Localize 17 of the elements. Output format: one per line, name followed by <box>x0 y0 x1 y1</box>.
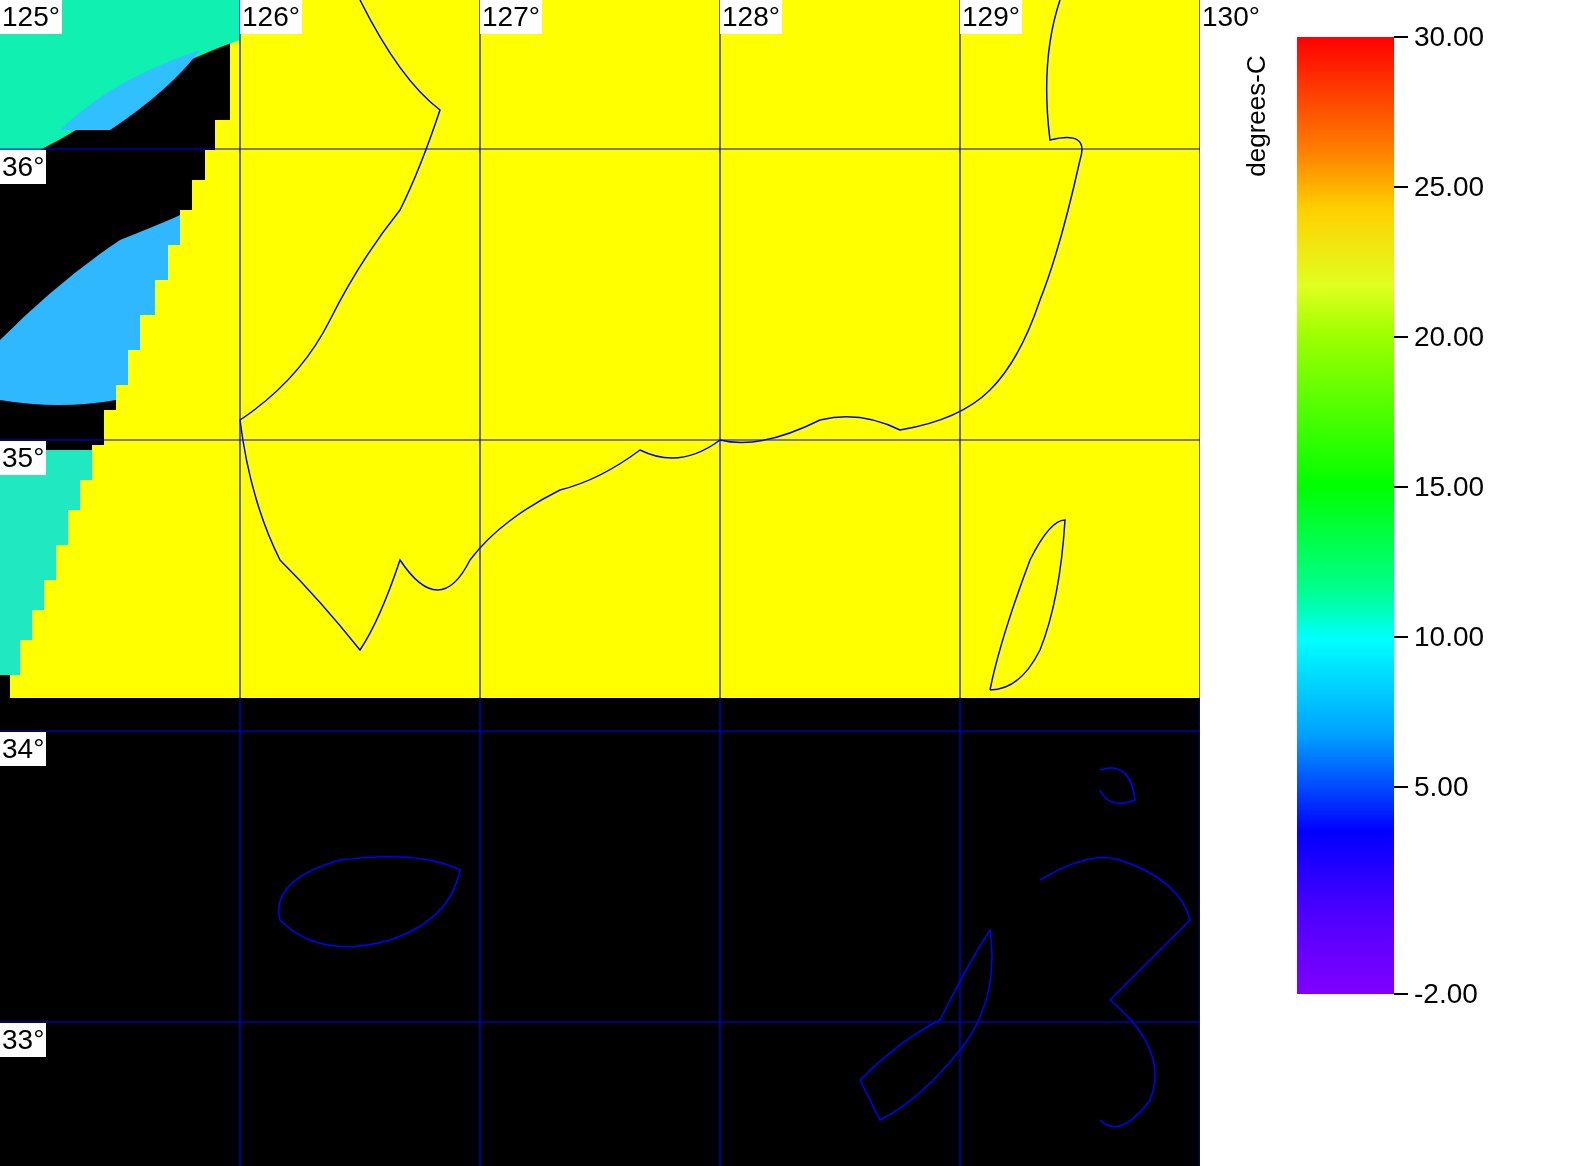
longitude-label: 125° <box>0 0 62 34</box>
colorbar-tick-label: 25.00 <box>1414 171 1485 203</box>
colorbar-tick-label: -2.00 <box>1414 978 1478 1010</box>
colorbar-title: degrees-C <box>1240 55 1272 177</box>
latitude-label: 35° <box>0 441 47 475</box>
colorbar-tick-label: 15.00 <box>1414 471 1485 503</box>
longitude-label: 127° <box>480 0 542 34</box>
colorbar-tick-label: 20.00 <box>1414 321 1485 353</box>
longitude-label: 129° <box>960 0 1022 34</box>
latitude-label: 33° <box>0 1023 47 1057</box>
latitude-label: 34° <box>0 732 47 766</box>
longitude-label: 128° <box>720 0 782 34</box>
colorbar-tick-label: 30.00 <box>1414 21 1485 53</box>
longitude-label: 126° <box>240 0 302 34</box>
colorbar-tick-label: 5.00 <box>1414 771 1469 803</box>
latitude-label: 36° <box>0 150 47 184</box>
colorbar-tick-label: 10.00 <box>1414 621 1485 653</box>
